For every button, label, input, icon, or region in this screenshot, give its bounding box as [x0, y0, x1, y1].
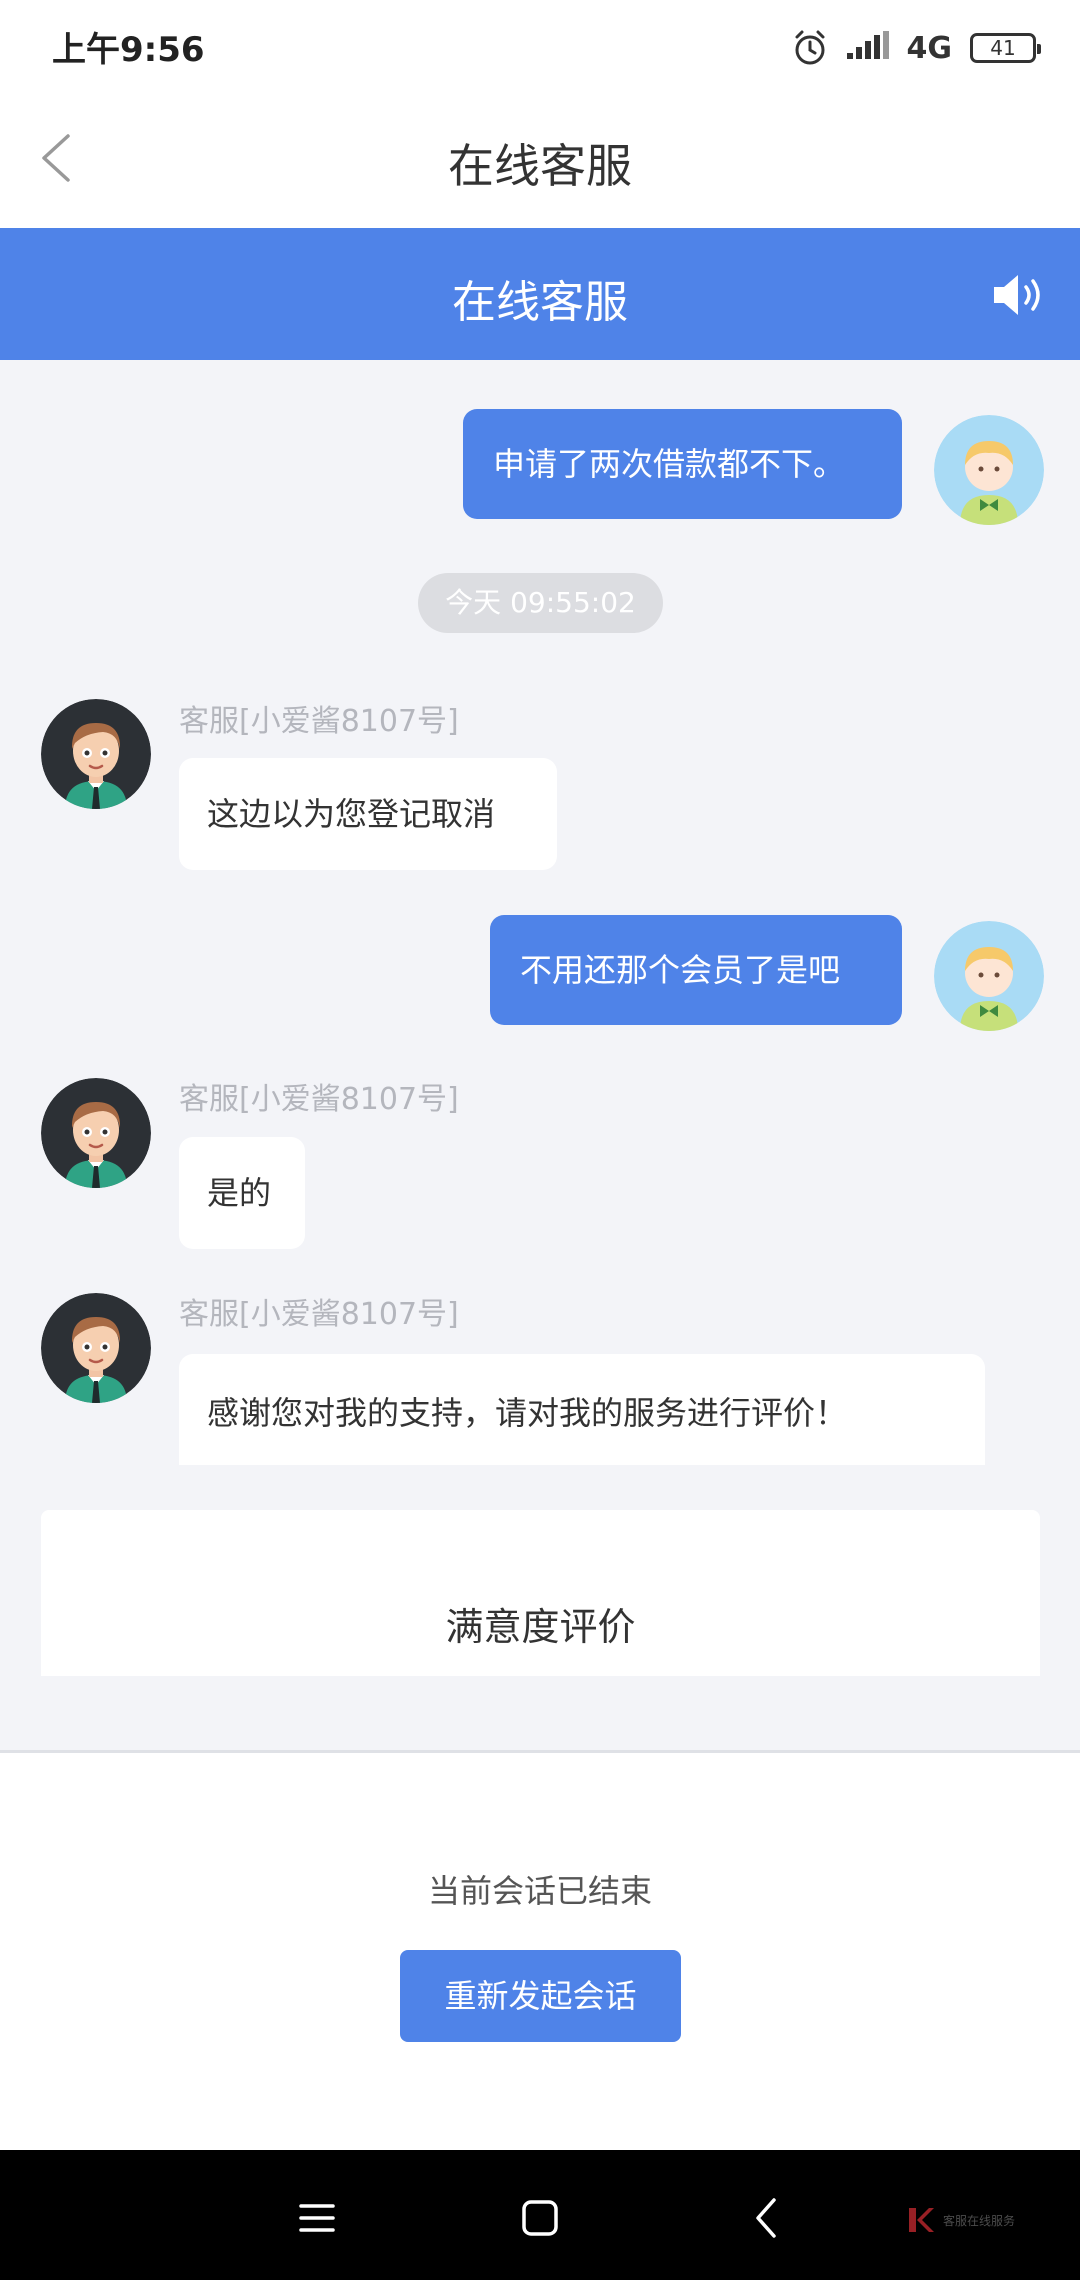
page-title: 在线客服: [448, 139, 632, 193]
watermark-logo-icon: [909, 2208, 934, 2232]
session-ended-panel: 当前会话已结束 重新发起会话: [0, 1750, 1080, 2150]
restart-session-button[interactable]: 重新发起会话: [400, 1950, 681, 2042]
status-time: 上午9:56: [52, 30, 205, 70]
agent-name: 客服[小爱酱8107号]: [179, 704, 459, 739]
chat-header-title: 在线客服: [452, 277, 628, 328]
battery-icon: 41: [970, 33, 1041, 63]
network-type: 4G: [906, 30, 953, 66]
user-avatar-icon: [934, 921, 1044, 1031]
message-timestamp: 今天 09:55:02: [418, 573, 663, 633]
alarm-icon: [795, 30, 824, 65]
home-icon[interactable]: [512, 2190, 568, 2246]
watermark: 客服在线服务: [905, 2202, 1055, 2238]
battery-level: 41: [990, 36, 1016, 60]
signal-icon: [846, 31, 889, 59]
system-nav-bar: 客服在线服务: [0, 2150, 1080, 2280]
back-nav-icon[interactable]: [740, 2190, 796, 2246]
menu-icon[interactable]: [289, 2190, 345, 2246]
agent-name: 客服[小爱酱8107号]: [179, 1297, 459, 1332]
agent-avatar-icon: [41, 699, 151, 809]
nav-bar: 在线客服: [0, 90, 1080, 228]
agent-message-bubble: 是的: [179, 1137, 305, 1249]
session-ended-text: 当前会话已结束: [427, 1872, 652, 1910]
chat-messages: 申请了两次借款都不下。 今天 09:55:02 客服[小爱酱8107号] 这边以…: [0, 360, 1080, 1465]
status-bar: 上午9:56 4G 41: [0, 0, 1080, 90]
chat-header: 在线客服: [0, 228, 1080, 360]
rating-card[interactable]: 满意度评价: [41, 1510, 1040, 1676]
agent-name: 客服[小爱酱8107号]: [179, 1082, 459, 1117]
rating-label: 满意度评价: [445, 1605, 636, 1649]
watermark-text: 客服在线服务: [943, 2213, 1016, 2228]
user-message-bubble: 申请了两次借款都不下。: [463, 409, 902, 519]
speaker-icon[interactable]: [990, 270, 1046, 320]
agent-message-bubble: 感谢您对我的支持，请对我的服务进行评价！: [179, 1354, 985, 1465]
user-message-bubble: 不用还那个会员了是吧: [490, 915, 902, 1025]
agent-avatar-icon: [41, 1078, 151, 1188]
status-icons: 4G 41: [791, 26, 1041, 70]
agent-message-bubble: 这边以为您登记取消: [179, 758, 557, 870]
user-avatar-icon: [934, 415, 1044, 525]
agent-avatar-icon: [41, 1293, 151, 1403]
